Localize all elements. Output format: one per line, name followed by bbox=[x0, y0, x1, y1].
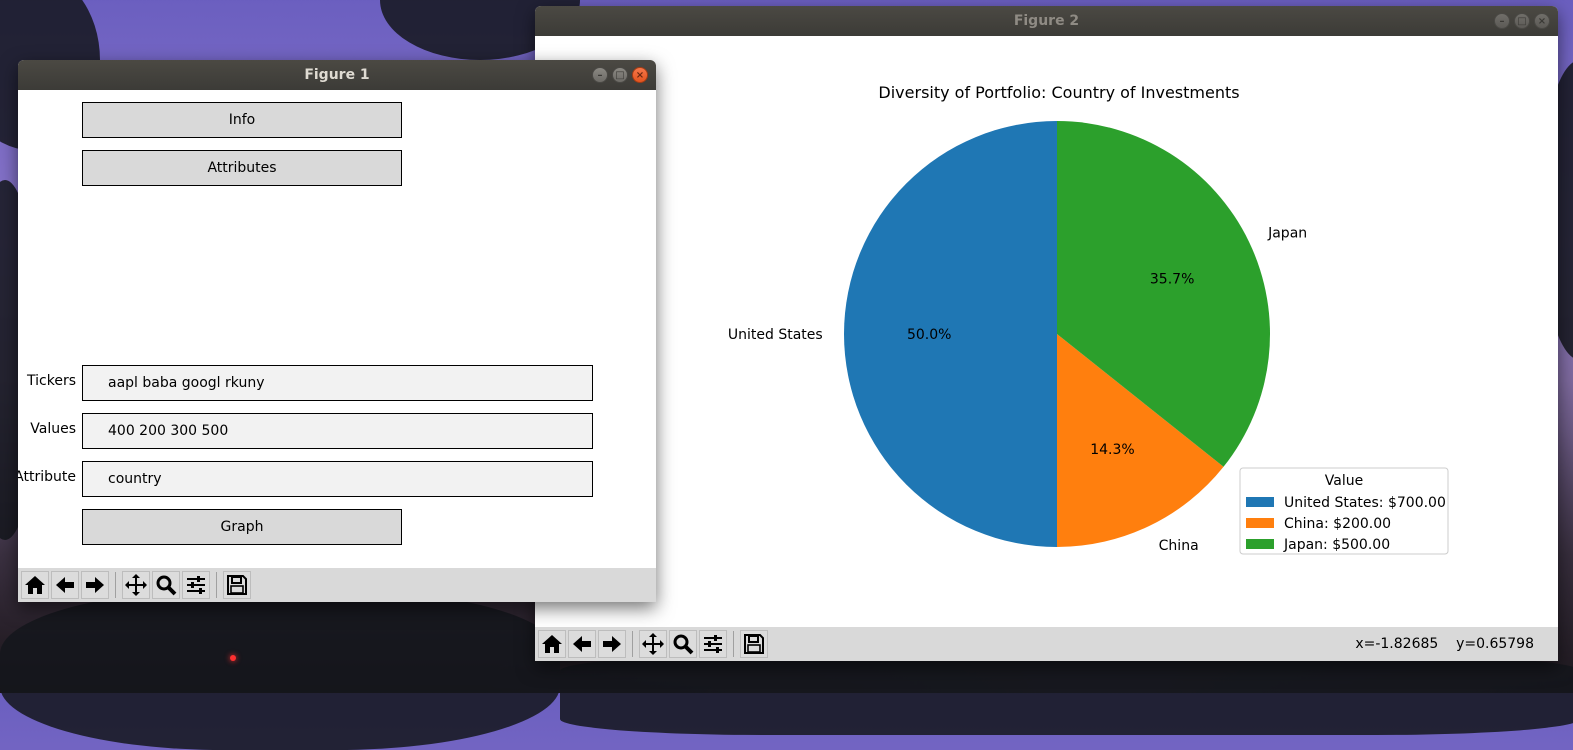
pan-button[interactable] bbox=[639, 630, 667, 658]
save-icon bbox=[744, 634, 764, 654]
figure2-canvas[interactable]: Diversity of Portfolio: Country of Inves… bbox=[535, 36, 1558, 627]
window-controls: – □ × bbox=[1494, 13, 1550, 29]
pan-icon bbox=[642, 633, 664, 655]
minimize-button[interactable]: – bbox=[592, 67, 608, 83]
window-title: Figure 1 bbox=[304, 67, 370, 83]
attribute-input[interactable]: country bbox=[82, 461, 593, 497]
pie-percent-label: 14.3% bbox=[1090, 442, 1134, 458]
figure1-titlebar[interactable]: Figure 1 – □ × bbox=[18, 60, 656, 90]
legend-entry: China: $200.00 bbox=[1284, 516, 1391, 532]
legend-title: Value bbox=[1325, 473, 1363, 489]
attribute-input-value: country bbox=[108, 471, 162, 487]
close-button[interactable]: × bbox=[632, 67, 648, 83]
figure2-window: Figure 2 – □ × Diversity of Portfolio: C… bbox=[535, 6, 1558, 661]
zoom-button[interactable] bbox=[152, 571, 180, 599]
attribute-label: Attribute bbox=[18, 469, 76, 485]
figure2-toolbar: x=-1.82685 y=0.65798 bbox=[535, 627, 1558, 661]
desktop-red-light bbox=[230, 655, 236, 661]
legend-entry: Japan: $500.00 bbox=[1283, 537, 1390, 553]
pan-button[interactable] bbox=[122, 571, 150, 599]
back-button[interactable] bbox=[568, 630, 596, 658]
forward-button[interactable] bbox=[598, 630, 626, 658]
pan-icon bbox=[125, 574, 147, 596]
desktop-tree-silhouette bbox=[0, 590, 560, 750]
home-button[interactable] bbox=[538, 630, 566, 658]
attributes-button-label: Attributes bbox=[207, 160, 277, 176]
maximize-button[interactable]: □ bbox=[1514, 13, 1530, 29]
pie-chart: Diversity of Portfolio: Country of Inves… bbox=[728, 83, 1449, 555]
zoom-button[interactable] bbox=[669, 630, 697, 658]
configure-subplots-button[interactable] bbox=[699, 630, 727, 658]
figure1-canvas: Info Attributes Tickers aapl baba googl … bbox=[18, 90, 656, 568]
back-button[interactable] bbox=[51, 571, 79, 599]
info-button-label: Info bbox=[228, 112, 256, 128]
pie-percent-label: 50.0% bbox=[907, 327, 951, 343]
pie-category-label: United States bbox=[728, 327, 823, 343]
pie-category-label: China bbox=[1159, 538, 1199, 554]
forward-arrow-icon bbox=[86, 577, 104, 593]
home-button[interactable] bbox=[21, 571, 49, 599]
toolbar-separator bbox=[632, 631, 633, 657]
minimize-button[interactable]: – bbox=[1494, 13, 1510, 29]
window-controls: – □ × bbox=[592, 67, 648, 83]
desktop-tree-silhouette bbox=[560, 655, 1573, 735]
legend-swatch bbox=[1246, 497, 1274, 507]
save-button[interactable] bbox=[740, 630, 768, 658]
window-title: Figure 2 bbox=[1013, 13, 1080, 29]
toolbar-separator bbox=[216, 572, 217, 598]
forward-button[interactable] bbox=[81, 571, 109, 599]
configure-subplots-button[interactable] bbox=[182, 571, 210, 599]
info-button[interactable]: Info bbox=[82, 102, 402, 138]
attributes-button[interactable]: Attributes bbox=[82, 150, 402, 186]
graph-button-label: Graph bbox=[220, 519, 264, 535]
values-label: Values bbox=[30, 421, 76, 437]
figure1-window: Figure 1 – □ × Info Attributes Tickers a… bbox=[18, 60, 656, 602]
legend-swatch bbox=[1246, 539, 1274, 549]
values-input-value: 400 200 300 500 bbox=[108, 423, 229, 439]
figure1-toolbar bbox=[18, 568, 656, 602]
tickers-input[interactable]: aapl baba googl rkuny bbox=[82, 365, 593, 401]
zoom-icon bbox=[156, 575, 177, 596]
back-arrow-icon bbox=[573, 636, 591, 652]
close-button[interactable]: × bbox=[1534, 13, 1550, 29]
configure-subplots-icon bbox=[704, 635, 722, 653]
legend-swatch bbox=[1246, 518, 1274, 528]
values-input[interactable]: 400 200 300 500 bbox=[82, 413, 593, 449]
back-arrow-icon bbox=[56, 577, 74, 593]
graph-button[interactable]: Graph bbox=[82, 509, 402, 545]
maximize-button[interactable]: □ bbox=[612, 67, 628, 83]
cursor-coordinates: x=-1.82685 y=0.65798 bbox=[1355, 636, 1534, 652]
chart-title: Diversity of Portfolio: Country of Inves… bbox=[878, 83, 1239, 102]
zoom-icon bbox=[673, 634, 694, 655]
toolbar-separator bbox=[115, 572, 116, 598]
figure2-titlebar[interactable]: Figure 2 – □ × bbox=[535, 6, 1558, 36]
forward-arrow-icon bbox=[603, 636, 621, 652]
legend-entry: United States: $700.00 bbox=[1284, 495, 1446, 511]
save-button[interactable] bbox=[223, 571, 251, 599]
pie-category-label: Japan bbox=[1267, 225, 1307, 241]
tickers-label: Tickers bbox=[27, 373, 76, 389]
toolbar-separator bbox=[733, 631, 734, 657]
save-icon bbox=[227, 575, 247, 595]
home-icon bbox=[542, 635, 562, 653]
tickers-input-value: aapl baba googl rkuny bbox=[108, 375, 265, 391]
configure-subplots-icon bbox=[187, 576, 205, 594]
home-icon bbox=[25, 576, 45, 594]
pie-percent-label: 35.7% bbox=[1150, 272, 1194, 288]
